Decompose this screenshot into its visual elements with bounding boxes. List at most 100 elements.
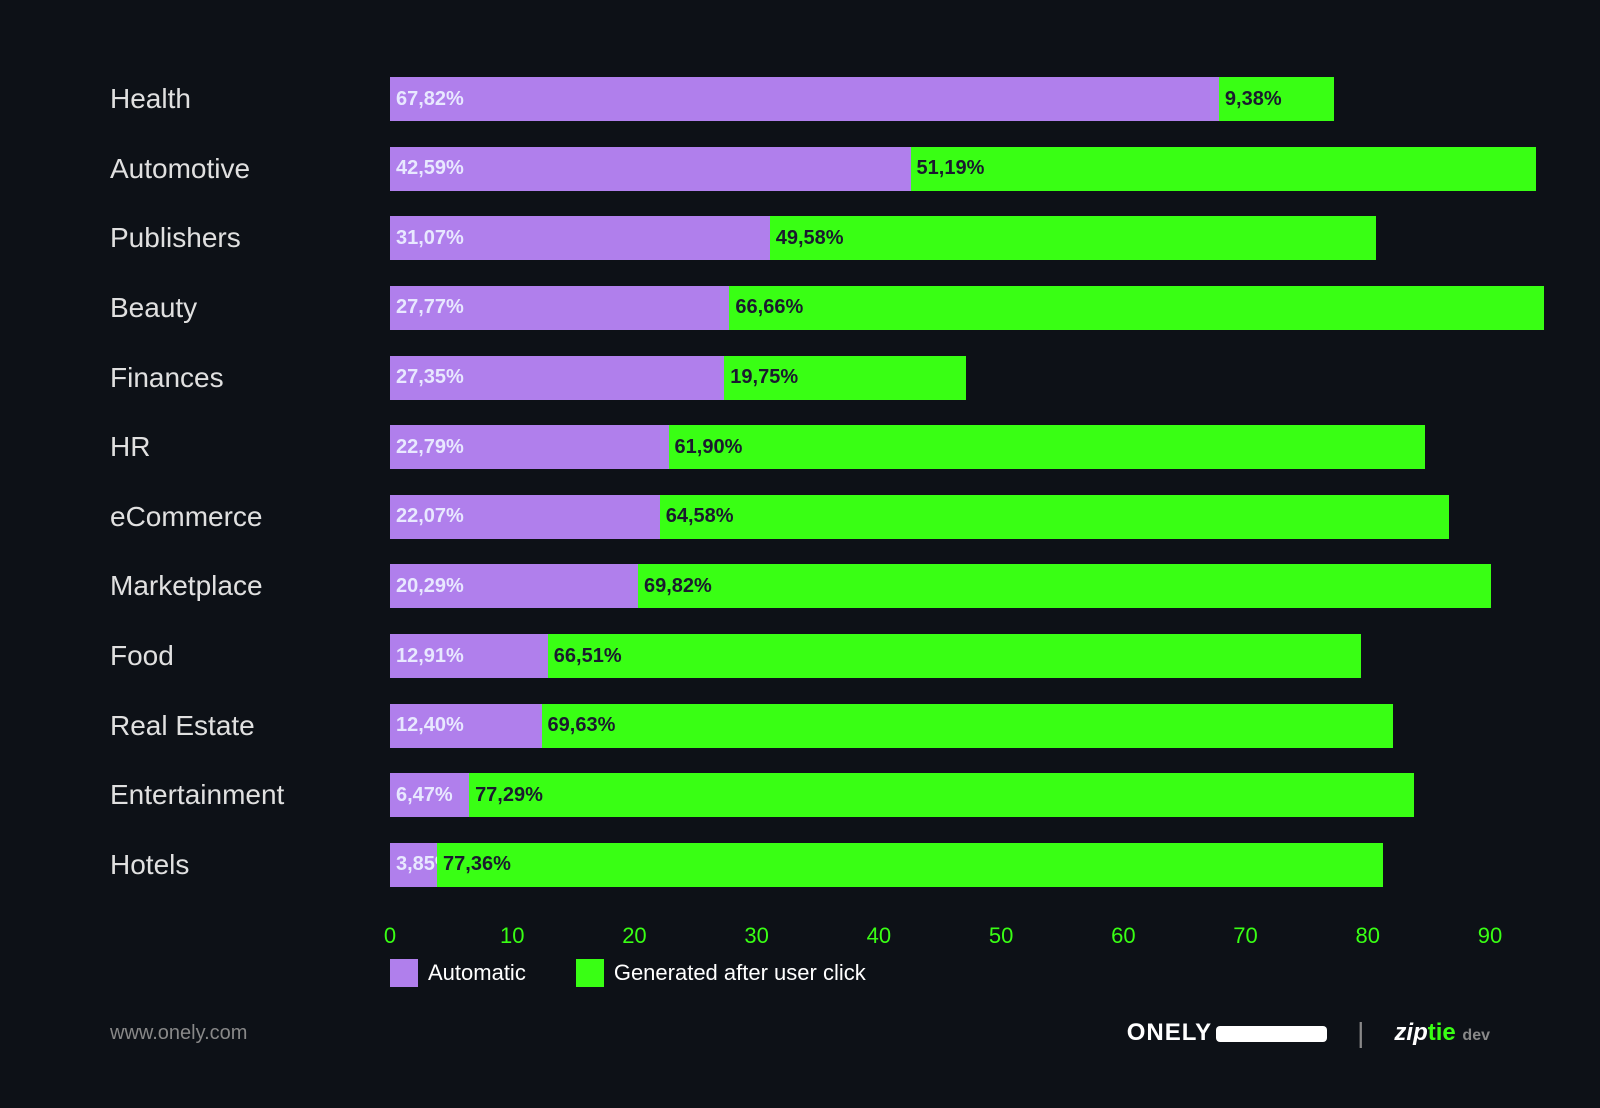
- footer: www.onely.com ONELYGoogle AI ready | zip…: [110, 1007, 1490, 1049]
- axis-tick: 80: [1356, 923, 1380, 949]
- bar-purple: 22,07%: [390, 495, 660, 539]
- row-label: Hotels: [110, 849, 390, 881]
- chart-row: Finances 27,35% 19,75%: [110, 348, 1490, 408]
- axis-row: 0102030405060708090: [110, 903, 1490, 943]
- row-label: Entertainment: [110, 779, 390, 811]
- bar-green-label: 66,66%: [735, 296, 803, 319]
- divider: |: [1357, 1017, 1364, 1049]
- bars-container: 20,29% 69,82%: [390, 564, 1490, 608]
- chart-row: Hotels3,85% 77,36%: [110, 835, 1490, 895]
- legend-row: Automatic Generated after user click: [110, 959, 1490, 987]
- axis-tick: 50: [989, 923, 1013, 949]
- legend-item: Automatic: [390, 959, 526, 987]
- footer-logos: ONELYGoogle AI ready | ziptie dev: [1127, 1017, 1490, 1049]
- onely-logo: ONELYGoogle AI ready: [1127, 1019, 1327, 1047]
- footer-url: www.onely.com: [110, 1022, 247, 1045]
- bars-container: 22,07% 64,58%: [390, 495, 1490, 539]
- chart-row: Health 67,82% 9,38%: [110, 69, 1490, 129]
- axis-tick: 0: [384, 923, 396, 949]
- row-label: eCommerce: [110, 501, 390, 533]
- bar-purple-label: 22,79%: [396, 436, 464, 459]
- axis-tick: 10: [500, 923, 524, 949]
- bars-container: 31,07% 49,58%: [390, 216, 1490, 260]
- bar-purple: 42,59%: [390, 147, 911, 191]
- bar-green-label: 64,58%: [666, 505, 734, 528]
- bar-green-label: 69,63%: [548, 714, 616, 737]
- bar-purple-label: 12,40%: [396, 714, 464, 737]
- bars-container: 27,35% 19,75%: [390, 356, 1490, 400]
- legend-label: Generated after user click: [614, 960, 866, 986]
- bar-green: 19,75%: [724, 356, 965, 400]
- bar-purple: 3,85%: [390, 843, 437, 887]
- bar-purple-label: 27,77%: [396, 296, 464, 319]
- bar-purple: 22,79%: [390, 425, 669, 469]
- bar-purple-label: 6,47%: [396, 784, 453, 807]
- bars-container: 27,77% 66,66%: [390, 286, 1490, 330]
- bar-purple-label: 42,59%: [396, 157, 464, 180]
- ziptie-logo: ziptie dev: [1394, 1019, 1490, 1047]
- bar-green: 77,29%: [469, 773, 1414, 817]
- bar-green: 66,51%: [548, 634, 1361, 678]
- bar-purple: 27,77%: [390, 286, 729, 330]
- bar-green: 61,90%: [669, 425, 1426, 469]
- bar-green: 77,36%: [437, 843, 1383, 887]
- bar-green: 66,66%: [729, 286, 1544, 330]
- axis-tick: 60: [1111, 923, 1135, 949]
- row-label: Automotive: [110, 153, 390, 185]
- row-label: Food: [110, 640, 390, 672]
- bar-green: 69,82%: [638, 564, 1491, 608]
- bars-container: 12,91% 66,51%: [390, 634, 1490, 678]
- bar-green-label: 49,58%: [776, 227, 844, 250]
- axis-tick: 90: [1478, 923, 1502, 949]
- bar-green-label: 19,75%: [730, 366, 798, 389]
- bar-green-label: 69,82%: [644, 575, 712, 598]
- bar-purple: 27,35%: [390, 356, 724, 400]
- bar-purple: 6,47%: [390, 773, 469, 817]
- bars-container: 6,47% 77,29%: [390, 773, 1490, 817]
- bar-green-label: 77,29%: [475, 784, 543, 807]
- bar-purple-label: 22,07%: [396, 505, 464, 528]
- row-label: HR: [110, 431, 390, 463]
- bar-purple-label: 27,35%: [396, 366, 464, 389]
- bar-green-label: 66,51%: [554, 645, 622, 668]
- bar-purple-label: 67,82%: [396, 88, 464, 111]
- bar-green: 9,38%: [1219, 77, 1334, 121]
- chart-row: HR 22,79% 61,90%: [110, 417, 1490, 477]
- bar-green: 69,63%: [542, 704, 1393, 748]
- chart-row: Publishers 31,07% 49,58%: [110, 208, 1490, 268]
- bar-purple: 20,29%: [390, 564, 638, 608]
- axis-tick: 70: [1233, 923, 1257, 949]
- row-label: Publishers: [110, 222, 390, 254]
- bar-green: 51,19%: [911, 147, 1537, 191]
- row-label: Finances: [110, 362, 390, 394]
- legend-color-box: [576, 959, 604, 987]
- bars-container: 42,59% 51,19%: [390, 147, 1490, 191]
- bars-container: 67,82% 9,38%: [390, 77, 1490, 121]
- row-label: Marketplace: [110, 570, 390, 602]
- chart-row: Marketplace20,29% 69,82%: [110, 556, 1490, 616]
- bar-green-label: 9,38%: [1225, 88, 1282, 111]
- bar-purple-label: 31,07%: [396, 227, 464, 250]
- row-label: Beauty: [110, 292, 390, 324]
- axis-tick: 30: [744, 923, 768, 949]
- chart-rows: Health 67,82% 9,38% Automotive 42,59% 51,19% P…: [110, 69, 1490, 895]
- axis-tick: 40: [867, 923, 891, 949]
- bar-purple: 67,82%: [390, 77, 1219, 121]
- chart-container: Health 67,82% 9,38% Automotive 42,59% 51,19% P…: [50, 29, 1550, 1079]
- bar-purple: 12,91%: [390, 634, 548, 678]
- row-label: Health: [110, 83, 390, 115]
- bar-green-label: 77,36%: [443, 853, 511, 876]
- bar-purple: 12,40%: [390, 704, 542, 748]
- bars-container: 22,79% 61,90%: [390, 425, 1490, 469]
- chart-row: Real Estate12,40%69,63%: [110, 696, 1490, 756]
- chart-area: Health 67,82% 9,38% Automotive 42,59% 51,19% P…: [110, 69, 1490, 987]
- bars-container: 3,85% 77,36%: [390, 843, 1490, 887]
- chart-row: Food12,91% 66,51%: [110, 626, 1490, 686]
- bar-green: 49,58%: [770, 216, 1376, 260]
- legend-item: Generated after user click: [576, 959, 866, 987]
- axis-tick: 20: [622, 923, 646, 949]
- legend-label: Automatic: [428, 960, 526, 986]
- chart-row: Entertainment 6,47% 77,29%: [110, 765, 1490, 825]
- bar-green-label: 51,19%: [917, 157, 985, 180]
- bars-container: 12,40% 69,63%: [390, 704, 1490, 748]
